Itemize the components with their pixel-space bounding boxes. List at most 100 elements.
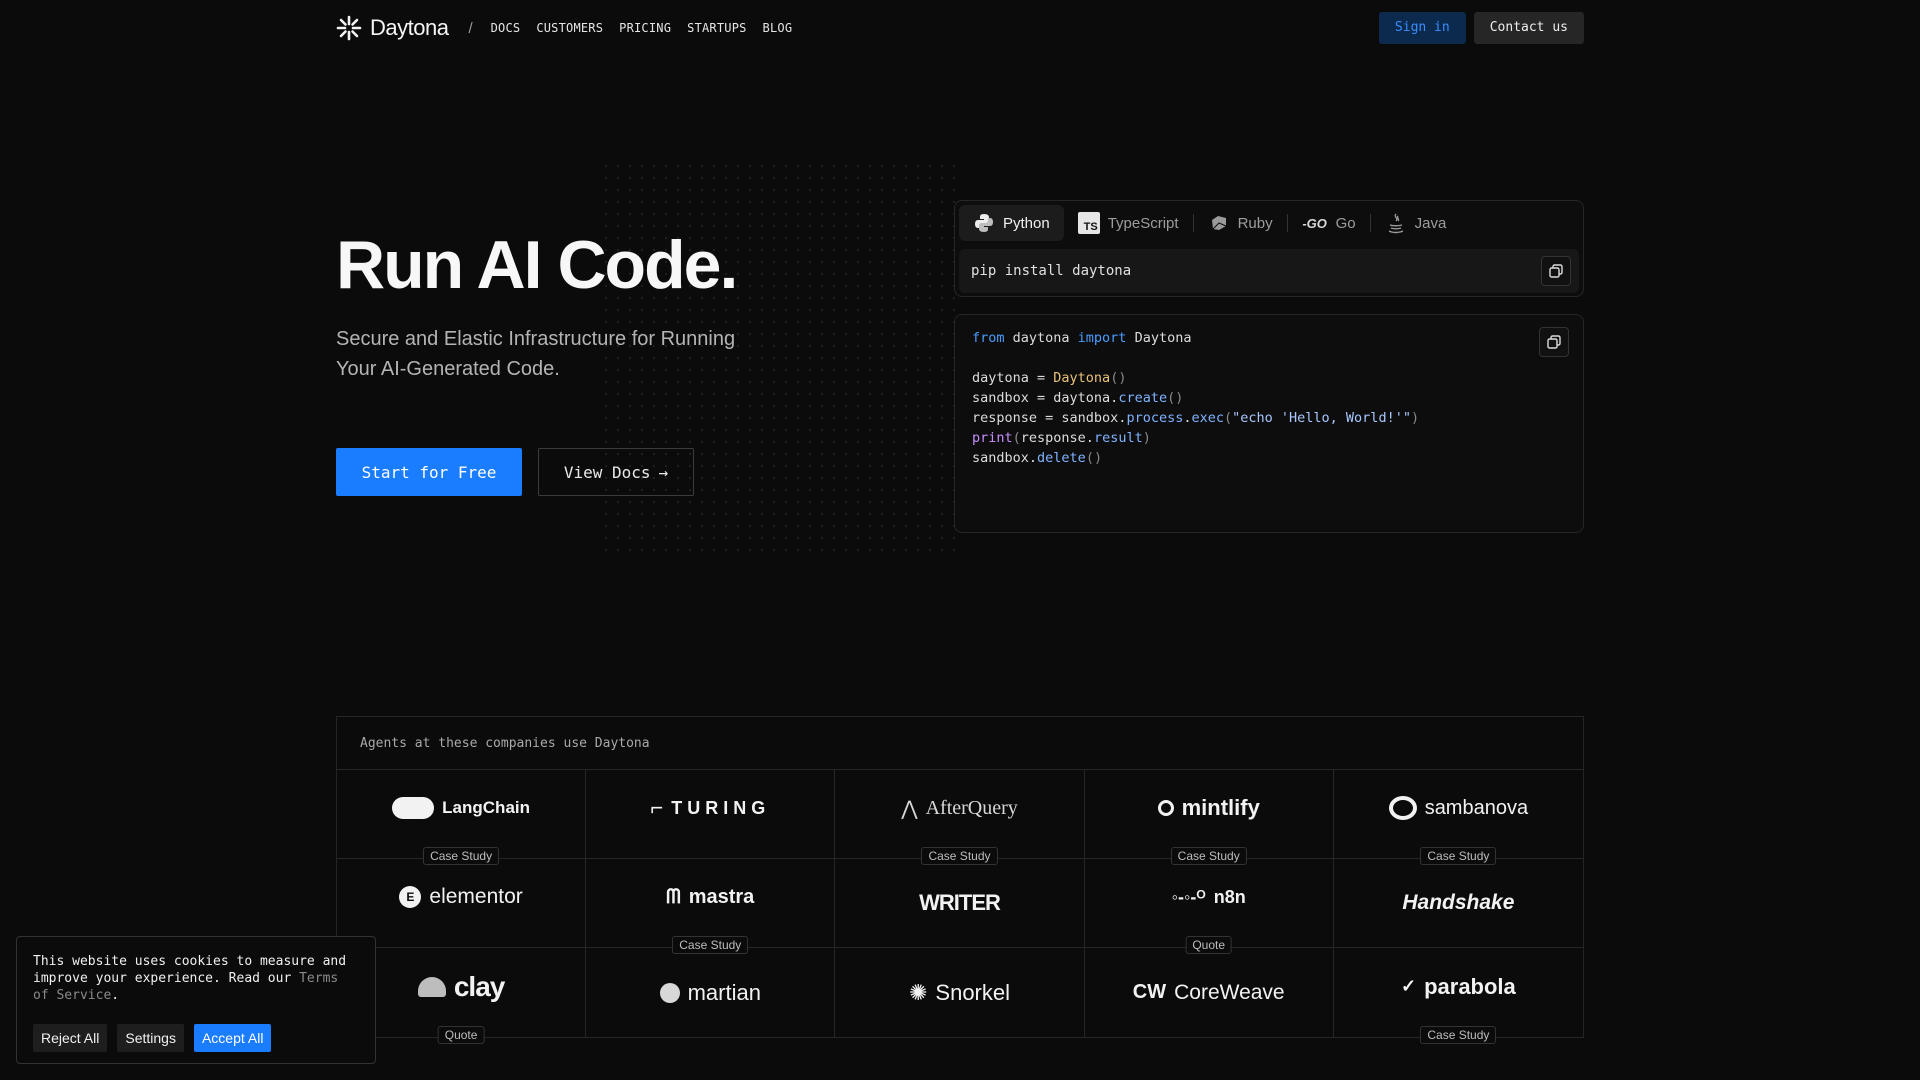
install-panel: Python TS TypeScript Ruby -GO Go Java pi… [954, 200, 1584, 297]
mintlify-logo-icon [1157, 800, 1174, 816]
company-parabola[interactable]: ✓ parabola Case Study [1334, 948, 1583, 1044]
code-line: response = sandbox.process.exec("echo 'H… [972, 410, 1420, 426]
cookie-banner: This website uses cookies to measure and… [16, 936, 376, 1064]
accept-all-button[interactable]: Accept All [193, 1024, 272, 1052]
turing-logo-icon: ⌐ [650, 795, 664, 820]
code-line: print(response.result) [972, 430, 1151, 446]
code-line: from daytona import Daytona [972, 330, 1192, 346]
company-afterquery[interactable]: ⋀ AfterQuery Case Study [835, 770, 1085, 865]
top-nav: Daytona / DOCS CUSTOMERS PRICING STARTUP… [336, 10, 1584, 46]
tab-python[interactable]: Python [959, 205, 1064, 241]
hero-title: Run AI Code. [336, 227, 738, 303]
case-study-badge[interactable]: Case Study [1420, 847, 1497, 865]
nav-link-pricing[interactable]: PRICING [619, 21, 671, 35]
tab-java-label: Java [1414, 214, 1447, 232]
hero-subtitle: Secure and Elastic Infrastructure for Ru… [336, 328, 736, 380]
brand-name: Daytona [370, 15, 449, 40]
company-name: CoreWeave [1174, 980, 1285, 1004]
case-study-badge[interactable]: Case Study [672, 936, 749, 954]
martian-logo-icon [659, 982, 680, 1003]
company-writer[interactable]: WRITER [835, 859, 1085, 948]
start-for-free-button[interactable]: Start for Free [336, 448, 522, 496]
company-handshake[interactable]: Handshake [1333, 859, 1583, 948]
daytona-logo[interactable]: Daytona [336, 15, 449, 41]
quote-badge[interactable]: Quote [1185, 936, 1233, 954]
company-name: mastra [688, 885, 755, 908]
nav-link-blog[interactable]: BLOG [763, 21, 793, 35]
case-study-badge[interactable]: Case Study [1420, 1026, 1497, 1044]
tab-java[interactable]: Java [1371, 205, 1461, 241]
tab-go[interactable]: -GO Go [1288, 205, 1370, 241]
case-study-badge[interactable]: Case Study [423, 847, 500, 865]
cookie-actions: Reject All Settings Accept All [33, 1024, 359, 1052]
arrow-right-icon: → [658, 462, 669, 482]
typescript-icon: TS [1077, 212, 1100, 234]
company-coreweave[interactable]: CW CoreWeave [1085, 948, 1334, 1037]
nav-link-startups[interactable]: STARTUPS [687, 21, 746, 35]
quote-badge[interactable]: Quote [437, 1026, 485, 1044]
company-martian[interactable]: martian [586, 948, 836, 1037]
company-langchain[interactable]: LangChain Case Study [337, 770, 587, 865]
elementor-logo-icon: E [399, 886, 422, 908]
nav-separator: / [468, 19, 473, 37]
cookie-settings-button[interactable]: Settings [117, 1024, 184, 1052]
copy-install-button[interactable] [1541, 256, 1571, 286]
sambanova-logo-icon [1388, 796, 1417, 820]
daytona-logo-icon [336, 15, 362, 41]
company-name: parabola [1424, 973, 1516, 999]
company-name: WRITER [919, 890, 1001, 915]
tab-ruby-label: Ruby [1237, 214, 1273, 232]
tab-typescript-label: TypeScript [1107, 214, 1179, 232]
company-name: Snorkel [935, 979, 1010, 1005]
company-name: Handshake [1402, 891, 1515, 914]
tab-go-label: Go [1335, 214, 1356, 232]
company-name: mintlify [1181, 795, 1260, 820]
tab-ruby[interactable]: Ruby [1194, 205, 1287, 241]
copy-icon [1549, 264, 1563, 278]
cookie-suffix: . [111, 988, 120, 1003]
company-mintlify[interactable]: mintlify Case Study [1084, 770, 1334, 865]
tab-typescript[interactable]: TS TypeScript [1064, 205, 1193, 241]
reject-all-button[interactable]: Reject All [33, 1024, 108, 1052]
snorkel-logo-icon: ✺ [908, 979, 928, 1005]
install-command-text: pip install daytona [971, 263, 1132, 279]
copy-code-button[interactable] [1539, 327, 1569, 357]
case-study-badge[interactable]: Case Study [1170, 847, 1247, 865]
install-command: pip install daytona [959, 249, 1579, 293]
nav-links: DOCS CUSTOMERS PRICING STARTUPS BLOG [491, 21, 793, 35]
clay-logo-icon [417, 976, 446, 997]
company-mastra[interactable]: ᗰ mastra Case Study [586, 859, 836, 954]
code-line: sandbox = daytona.create() [972, 390, 1184, 406]
code-line: sandbox.delete() [972, 450, 1103, 466]
afterquery-logo-icon: ⋀ [901, 797, 918, 820]
company-name: LangChain [442, 798, 531, 817]
code-snippet: from daytona import Daytona daytona = Da… [972, 328, 1419, 468]
company-snorkel[interactable]: ✺ Snorkel [835, 948, 1085, 1037]
langchain-logo-icon [392, 797, 435, 819]
sign-in-button[interactable]: Sign in [1378, 12, 1466, 44]
company-n8n[interactable]: ◦-◦-ᴼ n8n Quote [1084, 859, 1334, 954]
company-turing[interactable]: ⌐ TURING [586, 770, 836, 859]
company-logo-grid: LangChain Case Study ⌐ TURING ⋀ AfterQue… [337, 770, 1583, 1044]
nav-link-customers[interactable]: CUSTOMERS [536, 21, 603, 35]
company-sambanova[interactable]: sambanova Case Study [1333, 770, 1583, 865]
companies-section: Agents at these companies use Daytona La… [336, 716, 1584, 1044]
company-name: TURING [671, 797, 771, 818]
company-name: elementor [429, 885, 523, 908]
view-docs-label: View Docs [563, 462, 651, 482]
ruby-icon [1208, 212, 1230, 234]
go-icon: -GO [1302, 215, 1327, 231]
view-docs-button[interactable]: View Docs → [538, 448, 694, 496]
company-name: martian [687, 979, 761, 1005]
contact-us-button[interactable]: Contact us [1473, 12, 1584, 44]
java-icon [1385, 212, 1407, 234]
nav-link-docs[interactable]: DOCS [491, 21, 521, 35]
tab-python-label: Python [1003, 214, 1050, 232]
company-elementor[interactable]: E elementor [337, 859, 587, 948]
code-snippet-panel: from daytona import Daytona daytona = Da… [954, 314, 1584, 533]
cookie-message: This website uses cookies to measure and… [33, 953, 359, 1004]
companies-heading: Agents at these companies use Daytona [337, 717, 1583, 770]
code-line: daytona = Daytona() [972, 370, 1127, 386]
case-study-badge[interactable]: Case Study [921, 847, 998, 865]
